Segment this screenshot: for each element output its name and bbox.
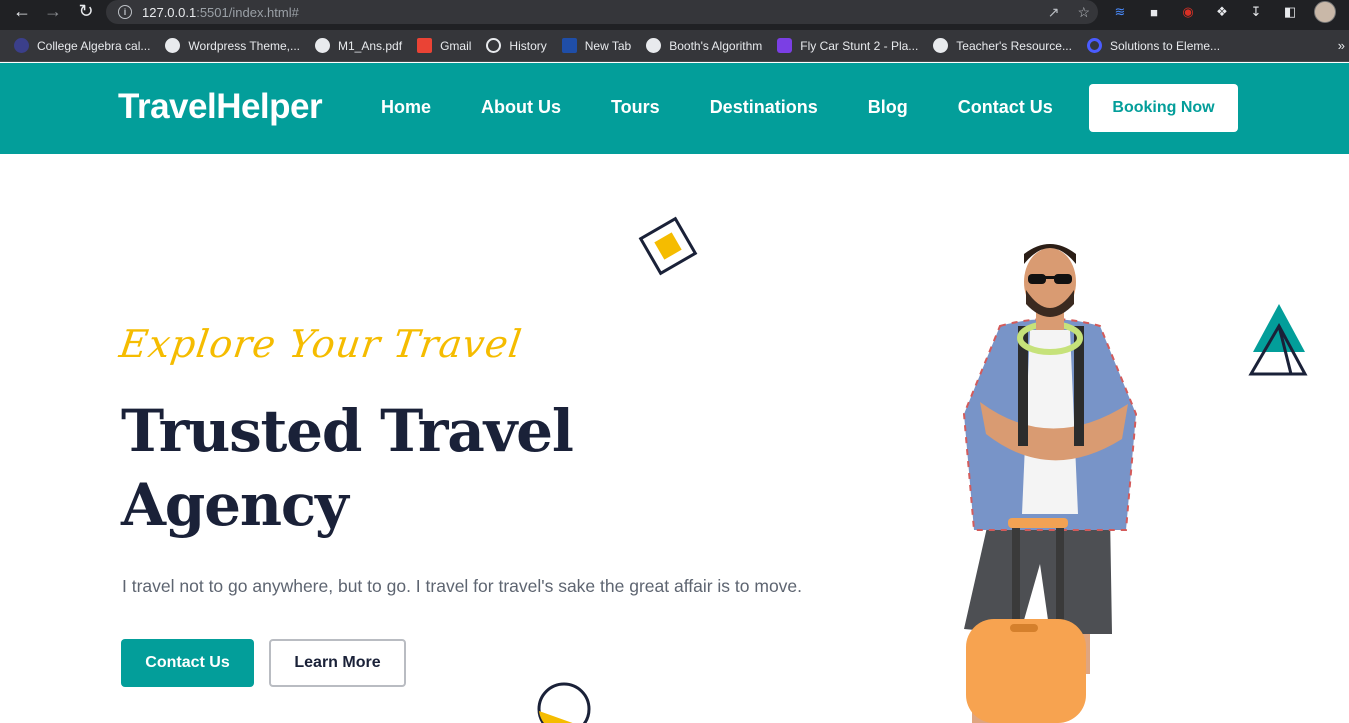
- bookmark-item[interactable]: Gmail: [417, 38, 471, 53]
- bookmark-item[interactable]: New Tab: [561, 38, 632, 53]
- bookmarks-bar: College Algebra cal... Wordpress Theme,.…: [0, 30, 1349, 62]
- extension-eye-icon[interactable]: ◉: [1178, 4, 1198, 20]
- bookmark-item[interactable]: College Algebra cal...: [14, 38, 150, 53]
- nav-tours[interactable]: Tours: [611, 97, 660, 118]
- bookmark-label: College Algebra cal...: [37, 38, 151, 53]
- extension-dark-icon[interactable]: ■: [1144, 4, 1164, 20]
- hero-headline: Trusted Travel Agency: [121, 394, 741, 542]
- bookmark-label: Solutions to Eleme...: [1109, 38, 1221, 53]
- download-icon[interactable]: ↧: [1246, 4, 1266, 20]
- more-bookmarks-icon[interactable]: »: [1338, 38, 1345, 53]
- history-icon: [486, 38, 502, 53]
- hero-headline-line-2: Agency: [121, 471, 349, 539]
- bookmark-item[interactable]: Wordpress Theme,...: [165, 38, 300, 53]
- hero-subtext: I travel not to go anywhere, but to go. …: [122, 576, 803, 596]
- address-bar[interactable]: i 127.0.0.1:5501/index.html# ↗ ☆: [106, 0, 1098, 24]
- profile-avatar[interactable]: [1314, 1, 1336, 23]
- bookmark-item[interactable]: Booth's Algorithm: [646, 38, 762, 53]
- bookmark-label: Teacher's Resource...: [956, 38, 1072, 53]
- reload-icon[interactable]: ↻: [73, 0, 99, 22]
- bookmark-item[interactable]: Teacher's Resource...: [933, 38, 1072, 53]
- contact-us-button[interactable]: Contact Us: [121, 639, 254, 687]
- site-info-icon[interactable]: i: [118, 5, 132, 19]
- bookmark-item[interactable]: Fly Car Stunt 2 - Pla...: [777, 38, 918, 53]
- hero-tagline: Explore Your Travel: [116, 322, 526, 366]
- bookmark-item[interactable]: M1_Ans.pdf: [315, 38, 402, 53]
- main-nav: Home About Us Tours Destinations Blog Co…: [381, 97, 1053, 118]
- globe-icon: [933, 38, 949, 53]
- game-icon: [777, 38, 793, 53]
- bookmark-item[interactable]: History: [486, 38, 547, 53]
- nav-destinations[interactable]: Destinations: [710, 97, 818, 118]
- hero-section: Explore Your Travel Trusted Travel Agenc…: [0, 154, 1349, 723]
- url-host: 127.0.0.1: [142, 4, 197, 20]
- globe-icon: [646, 38, 662, 53]
- traveler-photo: [962, 244, 1138, 723]
- site-logo[interactable]: TravelHelper: [118, 87, 323, 127]
- extension-wave-icon[interactable]: ≋: [1110, 4, 1130, 20]
- bookmark-label: Gmail: [440, 38, 472, 53]
- globe-icon: [315, 38, 331, 53]
- bookmark-label: History: [509, 38, 547, 53]
- bookmark-label: New Tab: [584, 38, 632, 53]
- bookmark-label: M1_Ans.pdf: [338, 38, 403, 53]
- back-icon[interactable]: ←: [9, 0, 35, 22]
- gmail-icon: [417, 38, 433, 53]
- side-panel-icon[interactable]: ◧: [1280, 4, 1300, 20]
- forward-icon[interactable]: →: [40, 0, 66, 22]
- bookmark-star-icon[interactable]: ☆: [1077, 4, 1090, 21]
- search-circle-icon: [1086, 38, 1102, 53]
- nav-blog[interactable]: Blog: [868, 97, 908, 118]
- bookmark-item[interactable]: Solutions to Eleme...: [1086, 38, 1221, 53]
- triangle-shape-icon: [1248, 304, 1308, 376]
- extensions-puzzle-icon[interactable]: ❖: [1212, 4, 1232, 20]
- browser-toolbar: ← → ↻ i 127.0.0.1:5501/index.html# ↗ ☆ ≋…: [0, 0, 1349, 30]
- bookmark-label: Fly Car Stunt 2 - Pla...: [800, 38, 919, 53]
- bookmark-label: Booth's Algorithm: [669, 38, 763, 53]
- nav-home[interactable]: Home: [381, 97, 431, 118]
- hero-headline-line-1: Trusted Travel: [121, 397, 574, 465]
- bookmark-favicon-icon: [14, 38, 29, 53]
- diamond-shape-icon: [638, 216, 698, 276]
- bookmark-label: Wordpress Theme,...: [188, 38, 301, 53]
- nav-contact-us[interactable]: Contact Us: [958, 97, 1053, 118]
- url-path: :5501/index.html#: [196, 4, 299, 20]
- half-circle-shape-icon: [537, 682, 591, 723]
- learn-more-button[interactable]: Learn More: [269, 639, 406, 687]
- share-icon[interactable]: ↗: [1048, 4, 1060, 21]
- flag-icon: [561, 38, 577, 53]
- site-header: TravelHelper Home About Us Tours Destina…: [0, 63, 1349, 154]
- booking-now-button[interactable]: Booking Now: [1089, 84, 1238, 132]
- globe-icon: [165, 38, 181, 53]
- nav-about-us[interactable]: About Us: [481, 97, 561, 118]
